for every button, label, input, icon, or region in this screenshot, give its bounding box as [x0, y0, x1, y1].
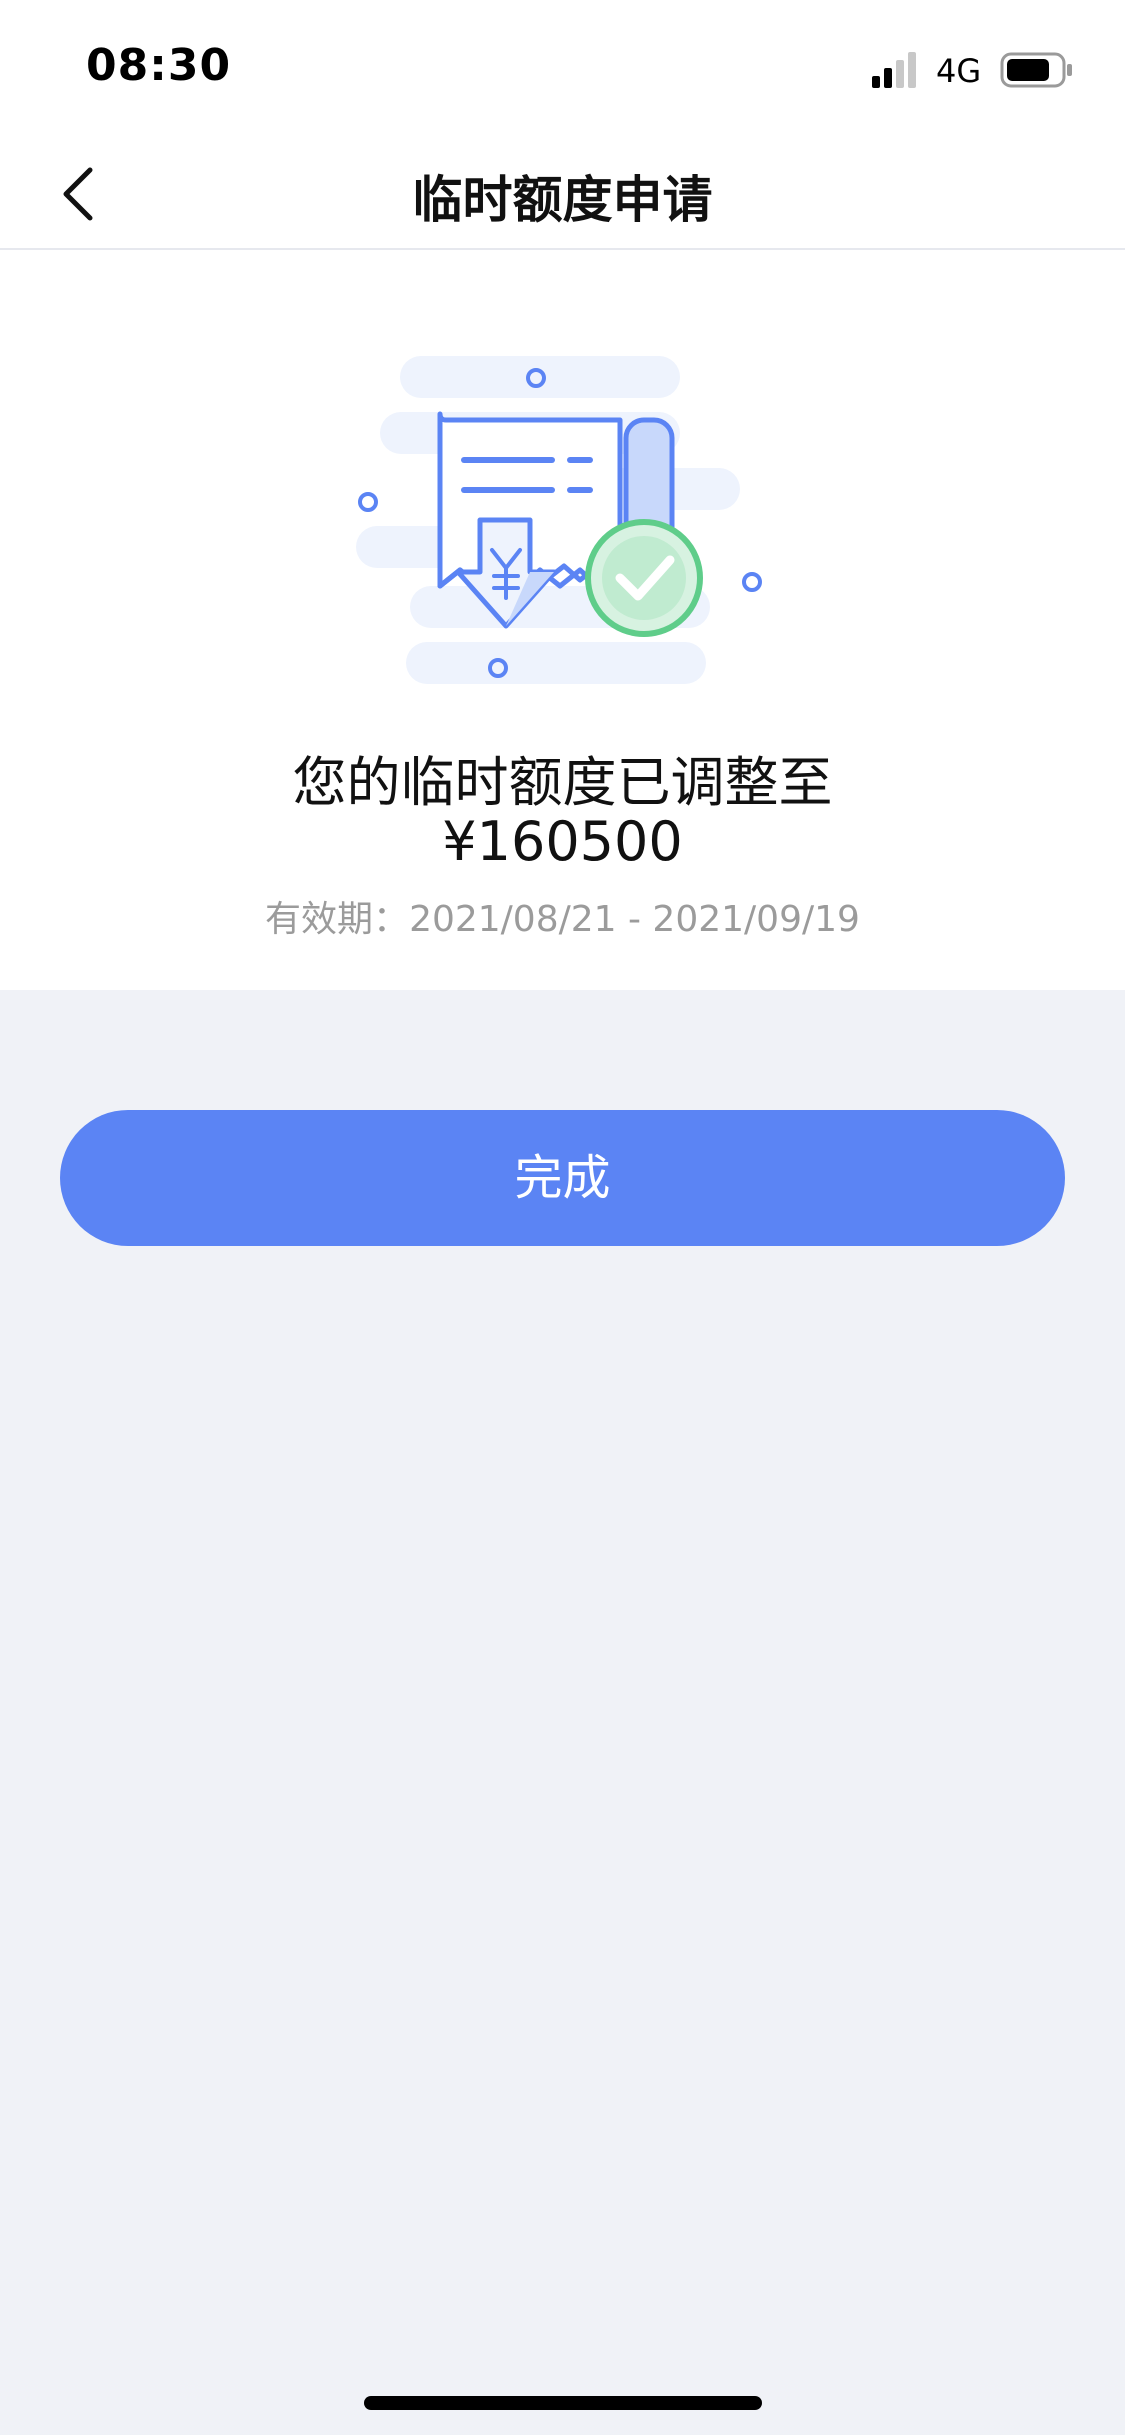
signal-icon: [872, 52, 916, 88]
status-bar: 08:30 4G: [0, 0, 1125, 140]
status-time: 08:30: [86, 40, 232, 91]
validity-label: 有效期：: [265, 899, 410, 940]
credit-amount: ¥160500: [442, 810, 683, 873]
result-card: 您的临时额度已调整至 ¥160500 有效期：2021/08/21 - 2021…: [0, 250, 1125, 990]
result-message: 您的临时额度已调整至: [292, 751, 833, 814]
done-button[interactable]: 完成: [60, 1110, 1065, 1246]
validity-range: 2021/08/21 - 2021/09/19: [409, 899, 860, 940]
validity-period: 有效期：2021/08/21 - 2021/09/19: [0, 890, 1125, 942]
nav-bar: 临时额度申请: [0, 140, 1125, 250]
receipt-success-icon: [356, 356, 762, 684]
battery-icon: [1000, 52, 1072, 88]
home-indicator[interactable]: [364, 2396, 762, 2410]
network-type: 4G: [936, 52, 982, 90]
page-title: 临时额度申请: [412, 171, 713, 229]
